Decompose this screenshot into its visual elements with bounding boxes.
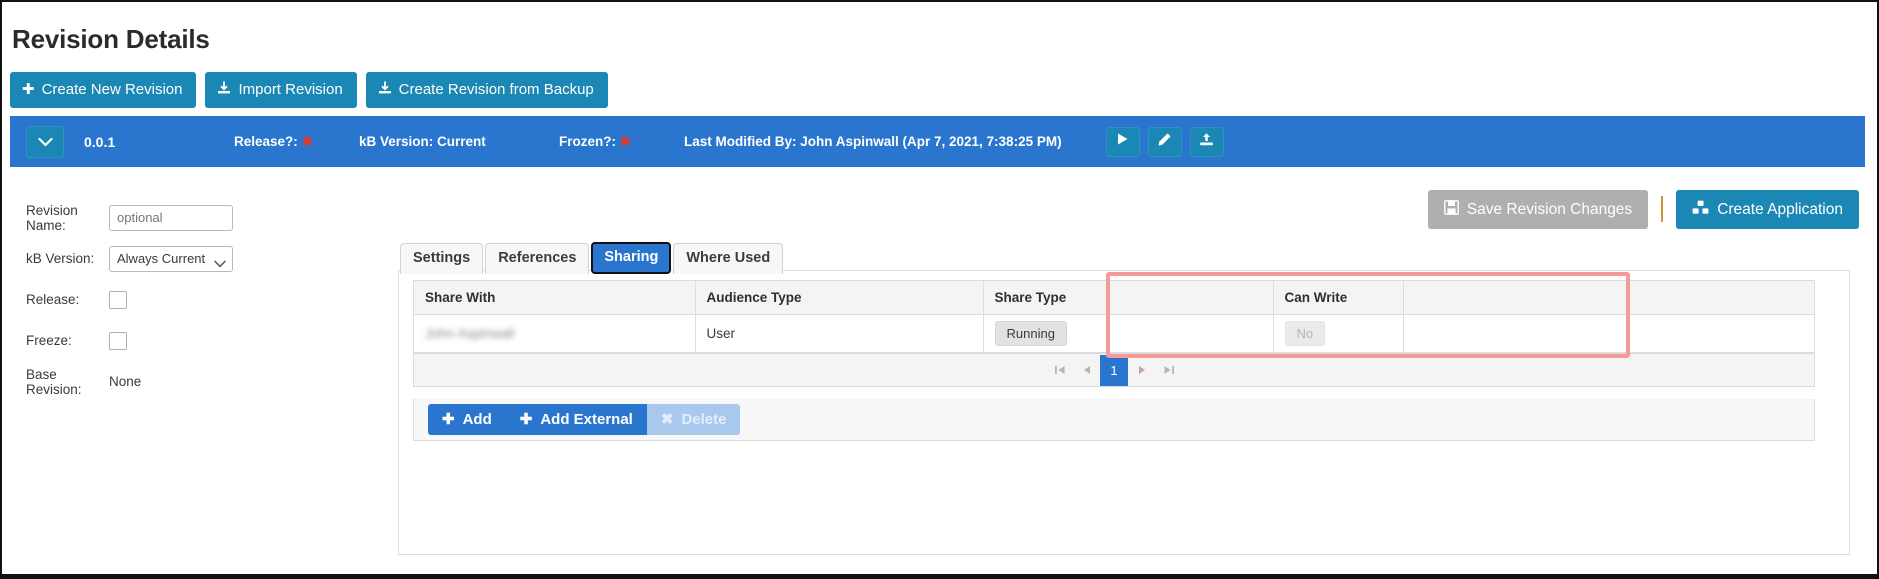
revision-primary-actions: Save Revision Changes Create Application	[1427, 190, 1859, 229]
sharing-grid: Share With Audience Type Share Type Can …	[413, 280, 1815, 387]
kb-version-select[interactable]: Always Current	[109, 245, 233, 272]
chevron-down-icon	[37, 137, 53, 147]
column-header-share-with[interactable]: Share With	[414, 281, 696, 315]
base-revision-row: Base Revision: None	[26, 361, 326, 402]
tab-settings[interactable]: Settings	[400, 243, 484, 274]
action-divider	[1661, 196, 1664, 223]
revision-version: 0.0.1	[84, 133, 116, 150]
plus-icon: ✚	[22, 81, 35, 98]
edit-revision-button[interactable]	[1147, 126, 1182, 157]
table-row[interactable]: John Aspinwall User Running No	[414, 314, 1814, 353]
x-icon: ✖	[301, 133, 313, 149]
save-revision-changes-button[interactable]: Save Revision Changes	[1427, 190, 1649, 229]
release-flag-label: Release?:	[234, 133, 298, 149]
revision-name-row: Revision Name:	[26, 197, 326, 238]
revision-action-buttons	[1105, 126, 1224, 157]
upload-icon	[1199, 132, 1214, 152]
frozen-flag-label: Frozen?:	[559, 133, 616, 149]
share-with-value-redacted: John Aspinwall	[425, 326, 515, 341]
revision-name-label: Revision Name:	[26, 202, 78, 233]
tab-sharing[interactable]: Sharing	[591, 242, 672, 274]
base-revision-label: Base Revision:	[26, 366, 82, 397]
cell-share-with: John Aspinwall	[414, 314, 696, 353]
add-external-button-label: Add External	[540, 411, 633, 428]
release-label: Release:	[26, 292, 80, 307]
delete-button-label: Delete	[681, 411, 727, 428]
create-revision-from-backup-button[interactable]: Create Revision from Backup	[365, 72, 608, 108]
add-external-button[interactable]: ✚ Add External	[505, 404, 647, 435]
column-header-spacer	[1403, 281, 1814, 315]
pencil-icon	[1157, 132, 1172, 152]
page-last-icon[interactable]	[1155, 357, 1182, 384]
cell-can-write: No	[1273, 314, 1404, 353]
add-button[interactable]: ✚ Add	[428, 404, 506, 435]
cell-spacer	[1403, 314, 1814, 353]
create-application-label: Create Application	[1717, 200, 1843, 218]
app-window: Revision Details ✚ Create New Revision I…	[0, 0, 1879, 579]
freeze-label: Freeze:	[26, 333, 72, 348]
frozen-flag: Frozen?: ✖	[559, 134, 684, 150]
page-prev-icon[interactable]	[1073, 357, 1100, 384]
tab-references[interactable]: References	[485, 243, 590, 274]
last-modified-info: Last Modified By: John Aspinwall (Apr 7,…	[684, 134, 1062, 149]
kb-version-selected-value: Always Current	[117, 251, 206, 266]
freeze-checkbox[interactable]	[109, 331, 127, 350]
page-number-1[interactable]: 1	[1100, 354, 1128, 386]
release-flag: Release?: ✖	[234, 134, 359, 150]
revision-summary-bar: 0.0.1 Release?: ✖ kB Version: Current Fr…	[10, 116, 1865, 167]
cubes-icon	[1692, 200, 1709, 219]
tab-where-used[interactable]: Where Used	[673, 243, 784, 274]
release-checkbox[interactable]	[109, 290, 127, 309]
play-icon	[1116, 132, 1129, 151]
kb-version-row: kB Version: Always Current	[26, 238, 326, 279]
page-first-icon[interactable]	[1046, 357, 1073, 384]
import-revision-label: Import Revision	[238, 81, 343, 98]
download-icon	[217, 81, 231, 98]
column-header-share-type[interactable]: Share Type	[983, 281, 1274, 315]
expand-revision-button[interactable]	[26, 125, 64, 158]
create-new-revision-label: Create New Revision	[41, 81, 183, 98]
kb-version-label: kB Version:	[26, 251, 95, 266]
page-next-icon[interactable]	[1128, 357, 1155, 384]
release-row: Release:	[26, 279, 326, 320]
share-type-button[interactable]: Running	[994, 321, 1067, 346]
tab-bar: Settings References Sharing Where Used	[400, 242, 784, 274]
table-header-row: Share With Audience Type Share Type Can …	[414, 281, 1814, 315]
delete-button[interactable]: ✖ Delete	[646, 404, 741, 435]
toolbar: ✚ Create New Revision Import Revision Cr…	[10, 72, 608, 108]
revision-form: Revision Name: kB Version: Always Curren…	[26, 197, 326, 402]
column-header-can-write[interactable]: Can Write	[1273, 281, 1404, 315]
kb-version-info: kB Version: Current	[359, 134, 486, 149]
page-title: Revision Details	[12, 24, 210, 54]
grid-action-bar: ✚ Add ✚ Add External ✖ Delete	[413, 399, 1815, 441]
create-application-button[interactable]: Create Application	[1676, 190, 1859, 229]
add-button-label: Add	[462, 411, 492, 428]
x-icon: ✖	[619, 133, 632, 149]
download-icon	[378, 81, 392, 98]
base-revision-value: None	[109, 374, 142, 389]
create-revision-from-backup-label: Create Revision from Backup	[398, 81, 594, 98]
import-revision-button[interactable]: Import Revision	[205, 72, 357, 108]
run-revision-button[interactable]	[1105, 126, 1140, 157]
upload-revision-button[interactable]	[1189, 126, 1224, 157]
save-icon	[1443, 200, 1459, 219]
create-new-revision-button[interactable]: ✚ Create New Revision	[10, 72, 197, 108]
plus-icon: ✚	[442, 411, 455, 428]
plus-icon: ✚	[519, 411, 533, 428]
revision-name-input[interactable]	[109, 204, 233, 231]
grid-pager: 1	[414, 353, 1814, 386]
cell-audience-type: User	[695, 314, 984, 353]
can-write-value: No	[1284, 321, 1326, 346]
x-icon: ✖	[660, 411, 674, 428]
save-revision-changes-label: Save Revision Changes	[1466, 200, 1633, 218]
sharing-panel: Share With Audience Type Share Type Can …	[398, 270, 1850, 555]
freeze-row: Freeze:	[26, 320, 326, 361]
column-header-audience-type[interactable]: Audience Type	[695, 281, 984, 315]
cell-share-type: Running	[983, 314, 1274, 353]
